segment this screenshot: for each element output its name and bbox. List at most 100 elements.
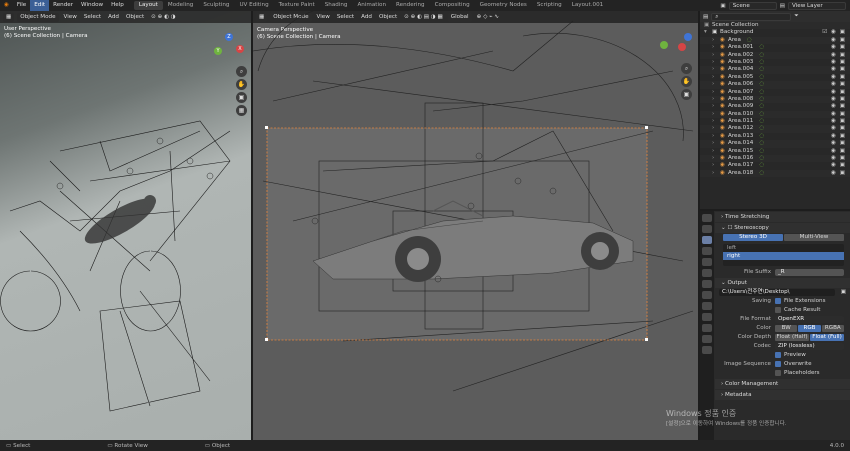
depth-full-button[interactable]: Float (Full) — [810, 334, 844, 341]
outliner-item[interactable]: › ◉ Area.012 ◌ ◉ ▣ — [700, 125, 850, 133]
tab-sculpting[interactable]: Sculpting — [198, 1, 234, 10]
scene-tab-icon[interactable] — [702, 258, 712, 266]
outliner-item[interactable]: › ◉ Area.004 ◌ ◉ ▣ — [700, 66, 850, 74]
expand-chevron-icon[interactable]: › — [712, 52, 720, 59]
visibility-toggles[interactable]: ◉ ▣ — [831, 37, 846, 44]
outliner-item[interactable]: › ◉ Area ◌ ◉ ▣ — [700, 37, 850, 45]
visibility-toggles[interactable]: ◉ ▣ — [831, 59, 846, 66]
physics-tab-icon[interactable] — [702, 313, 712, 321]
views-list[interactable]: left right — [723, 244, 844, 266]
tab-layout[interactable]: Layout — [133, 1, 163, 10]
menu-edit[interactable]: Edit — [30, 0, 50, 11]
pan-hand-icon[interactable]: ✋ — [236, 79, 247, 90]
metadata-panel[interactable]: › Metadata — [715, 390, 850, 400]
visibility-toggles[interactable]: ◉ ▣ — [831, 148, 846, 155]
menu-help[interactable]: Help — [107, 0, 128, 11]
visibility-toggles[interactable]: ☑ ◉ ▣ — [822, 29, 846, 36]
outliner-item[interactable]: › ◉ Area.009 ◌ ◉ ▣ — [700, 103, 850, 110]
time-stretching-panel[interactable]: › Time Stretching — [715, 212, 850, 222]
background-collection-row[interactable]: ▾ ▣ Background ☑ ◉ ▣ — [700, 29, 850, 36]
object-tab-icon[interactable] — [702, 291, 712, 299]
visibility-toggles[interactable]: ◉ ▣ — [831, 96, 846, 103]
stereo-3d-button[interactable]: Stereo 3D — [723, 234, 783, 241]
expand-chevron-icon[interactable]: › — [712, 37, 720, 44]
tab-layout-001[interactable]: Layout.001 — [567, 1, 608, 10]
visibility-toggles[interactable]: ◉ ▣ — [831, 66, 846, 73]
expand-chevron-icon[interactable]: › — [712, 125, 720, 132]
visibility-toggles[interactable]: ◉ ▣ — [831, 44, 846, 51]
outliner-item[interactable]: › ◉ Area.007 ◌ ◉ ▣ — [700, 89, 850, 96]
color-management-panel[interactable]: › Color Management — [715, 379, 850, 389]
render-tab-icon[interactable] — [702, 225, 712, 233]
tab-uv-editing[interactable]: UV Editing — [234, 1, 273, 10]
expand-chevron-icon[interactable]: › — [712, 133, 720, 140]
camera-viewport[interactable]: ▦ Object Mode View Select Add Object ⊙ ⊕… — [253, 11, 698, 440]
view-right-row[interactable]: right — [723, 252, 844, 260]
expand-chevron-icon[interactable]: › — [712, 148, 720, 155]
expand-chevron-icon[interactable]: › — [712, 66, 720, 73]
visibility-toggles[interactable]: ◉ ▣ — [831, 74, 846, 81]
expand-chevron-icon[interactable]: › — [712, 74, 720, 81]
output-panel[interactable]: ⌄ Output — [715, 278, 850, 288]
visibility-toggles[interactable]: ◉ ▣ — [831, 111, 846, 118]
visibility-toggles[interactable]: ◉ ▣ — [831, 133, 846, 140]
expand-chevron-icon[interactable]: › — [712, 140, 720, 147]
world-tab-icon[interactable] — [702, 269, 712, 277]
view-layer-tab-icon[interactable] — [702, 247, 712, 255]
view-layer-field[interactable]: View Layer — [788, 1, 846, 10]
expand-chevron-icon[interactable]: › — [712, 59, 720, 66]
visibility-toggles[interactable]: ◉ ▣ — [831, 125, 846, 132]
color-rgb-button[interactable]: RGB — [798, 325, 821, 332]
file-format-dropdown[interactable]: OpenEXR — [775, 316, 844, 323]
file-suffix-field[interactable]: _R — [775, 269, 844, 276]
outliner-item[interactable]: › ◉ Area.011 ◌ ◉ ▣ — [700, 118, 850, 125]
menu-file[interactable]: File — [13, 0, 30, 11]
outliner-item[interactable]: › ◉ Area.001 ◌ ◉ ▣ — [700, 44, 850, 51]
tab-rendering[interactable]: Rendering — [391, 1, 430, 10]
menu-window[interactable]: Window — [77, 0, 107, 11]
properties-editor[interactable]: › Time Stretching ⌄ ☐ Stereoscopy Stereo… — [700, 211, 850, 440]
expand-chevron-icon[interactable]: › — [712, 155, 720, 162]
outliner-item[interactable]: › ◉ Area.008 ◌ ◉ ▣ — [700, 96, 850, 104]
expand-chevron-icon[interactable]: › — [712, 96, 720, 103]
view-left-row[interactable]: left — [723, 244, 844, 252]
visibility-toggles[interactable]: ◉ ▣ — [831, 162, 846, 169]
outliner-item[interactable]: › ◉ Area.006 ◌ ◉ ▣ — [700, 81, 850, 89]
outliner-item[interactable]: › ◉ Area.018 ◌ ◉ ▣ — [700, 170, 850, 178]
expand-chevron-icon[interactable]: › — [712, 81, 720, 88]
preview-checkbox[interactable]: Preview — [775, 351, 806, 360]
visibility-toggles[interactable]: ◉ ▣ — [831, 81, 846, 88]
camera-view-icon[interactable]: ▣ — [681, 89, 692, 100]
tab-compositing[interactable]: Compositing — [430, 1, 475, 10]
outliner-item[interactable]: › ◉ Area.003 ◌ ◉ ▣ — [700, 59, 850, 66]
expand-chevron-icon[interactable]: › — [712, 162, 720, 169]
multi-view-button[interactable]: Multi-View — [784, 234, 844, 241]
visibility-toggles[interactable]: ◉ ▣ — [831, 52, 846, 59]
visibility-toggles[interactable]: ◉ ▣ — [831, 140, 846, 147]
filter-icon[interactable]: ⏷ — [794, 13, 798, 20]
overwrite-checkbox[interactable]: Overwrite — [775, 360, 812, 369]
collapse-chevron-icon[interactable]: ▾ — [704, 29, 712, 36]
scene-field[interactable]: Scene — [728, 1, 777, 10]
tab-modeling[interactable]: Modeling — [163, 1, 198, 10]
color-bw-button[interactable]: BW — [775, 325, 798, 332]
tab-scripting[interactable]: Scripting — [532, 1, 567, 10]
placeholders-checkbox[interactable]: Placeholders — [775, 369, 820, 378]
outliner-item[interactable]: › ◉ Area.014 ◌ ◉ ▣ — [700, 140, 850, 148]
tab-shading[interactable]: Shading — [320, 1, 353, 10]
zoom-icon[interactable]: ⌕ — [681, 63, 692, 74]
cache-result-checkbox[interactable]: Cache Result — [775, 306, 820, 315]
outliner-item[interactable]: › ◉ Area.005 ◌ ◉ ▣ — [700, 74, 850, 81]
visibility-toggles[interactable]: ◉ ▣ — [831, 103, 846, 110]
file-extensions-checkbox[interactable]: File Extensions — [775, 297, 826, 306]
menu-render[interactable]: Render — [49, 0, 77, 11]
outliner-item[interactable]: › ◉ Area.010 ◌ ◉ ▣ — [700, 111, 850, 119]
camera-view-icon[interactable]: ▣ — [236, 92, 247, 103]
modifier-tab-icon[interactable] — [702, 302, 712, 310]
expand-chevron-icon[interactable]: › — [712, 44, 720, 51]
visibility-toggles[interactable]: ◉ ▣ — [831, 155, 846, 162]
collection-tab-icon[interactable] — [702, 280, 712, 288]
expand-chevron-icon[interactable]: › — [712, 103, 720, 110]
perspective-grid-icon[interactable]: ▦ — [236, 105, 247, 116]
tab-texture-paint[interactable]: Texture Paint — [274, 1, 320, 10]
